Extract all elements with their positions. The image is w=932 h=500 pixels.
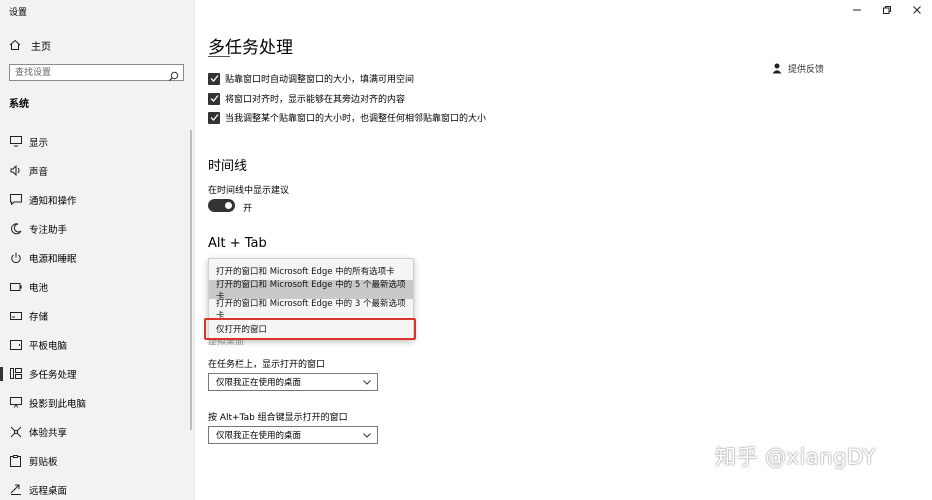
- sidebar-item-notifications[interactable]: 通知和操作: [0, 185, 194, 214]
- sidebar-item-label: 通知和操作: [29, 195, 77, 207]
- sidebar-item-label: 投影到此电脑: [29, 398, 87, 410]
- sidebar-item-tablet[interactable]: 平板电脑: [0, 330, 194, 359]
- search-box[interactable]: [9, 64, 184, 82]
- multitasking-icon: [9, 367, 22, 380]
- home-icon: [9, 39, 23, 51]
- toggle-knob: [225, 202, 232, 209]
- home-label: 主页: [31, 41, 51, 53]
- feedback-person-icon: [772, 63, 782, 74]
- projector-icon: [9, 396, 22, 409]
- sidebar-item-label: 声音: [29, 166, 49, 178]
- home-link[interactable]: 主页: [9, 37, 51, 53]
- alt-tab-desktops-label: 按 Alt+Tab 组合键显示打开的窗口: [208, 413, 348, 423]
- checkbox-label: 将窗口对齐时，显示能够在其旁边对齐的内容: [225, 95, 406, 105]
- checkbox-checked[interactable]: [208, 72, 220, 85]
- checkbox-label: 当我调整某个贴靠窗口的大小时，也调整任何相邻贴靠窗口的大小: [225, 114, 487, 124]
- alt-tab-heading: Alt + Tab: [208, 236, 267, 251]
- sidebar-item-sound[interactable]: 声音: [0, 156, 194, 185]
- annotation-highlight-box: [204, 318, 416, 340]
- sidebar-item-label: 显示: [29, 137, 49, 149]
- chevron-down-icon: [362, 430, 372, 443]
- sidebar-item-label: 远程桌面: [29, 485, 68, 497]
- sidebar-item-multitasking[interactable]: 多任务处理: [0, 359, 194, 388]
- select-value: 仅限我正在使用的桌面: [216, 431, 302, 441]
- watermark: 知乎 @xiangDY: [715, 445, 876, 469]
- sidebar-item-label: 专注助手: [29, 224, 68, 236]
- checkbox-label: 贴靠窗口时自动调整窗口的大小，填满可用空间: [225, 75, 415, 85]
- sidebar-item-label: 电池: [29, 282, 49, 294]
- notification-icon: [9, 193, 22, 206]
- sidebar-item-shared-experiences[interactable]: 体验共享: [0, 417, 194, 446]
- chevron-down-icon: [362, 377, 372, 390]
- sidebar-nav: 显示 声音 通知和操作 专注助手 电源和睡眠 电池 存储 平板电脑 多任务处理 …: [0, 127, 194, 500]
- sidebar: 设置 主页 系统 显示 声音 通知和操作 专注助手: [0, 0, 195, 500]
- sidebar-item-display[interactable]: 显示: [0, 127, 194, 156]
- alt-tab-desktops-select[interactable]: 仅限我正在使用的桌面: [208, 426, 378, 444]
- feedback-link[interactable]: 提供反馈: [772, 62, 824, 75]
- checkbox-checked[interactable]: [208, 92, 220, 105]
- sidebar-item-label: 电源和睡眠: [29, 253, 77, 265]
- sidebar-item-label: 剪贴板: [29, 456, 58, 468]
- taskbar-windows-label: 在任务栏上，显示打开的窗口: [208, 360, 326, 370]
- monitor-icon: [9, 135, 22, 148]
- main-content: 多任务处理 提供反馈 贴靠窗口时自动调整窗口的大小，填满可用空间 将窗口对齐时，…: [194, 0, 932, 500]
- snap-option-auto-size[interactable]: 贴靠窗口时自动调整窗口的大小，填满可用空间: [208, 72, 414, 85]
- taskbar-windows-select[interactable]: 仅限我正在使用的桌面: [208, 373, 378, 391]
- page-title: 多任务处理: [208, 38, 293, 58]
- share-icon: [9, 425, 22, 438]
- sidebar-item-power[interactable]: 电源和睡眠: [0, 243, 194, 272]
- select-value: 仅限我正在使用的桌面: [216, 378, 302, 388]
- battery-icon: [9, 280, 22, 293]
- sidebar-scrollbar[interactable]: [190, 130, 192, 430]
- checkbox-checked[interactable]: [208, 111, 220, 124]
- toggle-state-label: 开: [243, 204, 253, 214]
- window-title: 设置: [9, 8, 28, 18]
- remote-desktop-icon: [9, 483, 22, 496]
- timeline-heading: 时间线: [208, 159, 248, 174]
- check-icon: [210, 95, 219, 102]
- search-icon[interactable]: [168, 67, 179, 86]
- alt-tab-option-3-tabs[interactable]: 打开的窗口和 Microsoft Edge 中的 3 个最新选项卡: [209, 299, 413, 321]
- feedback-label: 提供反馈: [788, 65, 825, 75]
- section-label: 系统: [9, 99, 29, 110]
- speaker-icon: [9, 164, 22, 177]
- sidebar-item-storage[interactable]: 存储: [0, 301, 194, 330]
- timeline-toggle[interactable]: [208, 199, 235, 212]
- timeline-suggestion-label: 在时间线中显示建议: [208, 186, 290, 196]
- check-icon: [210, 114, 219, 121]
- snap-option-show-beside[interactable]: 将窗口对齐时，显示能够在其旁边对齐的内容: [208, 92, 405, 105]
- sidebar-item-label: 平板电脑: [29, 340, 68, 352]
- sidebar-item-remote-desktop[interactable]: 远程桌面: [0, 475, 194, 500]
- tablet-icon: [9, 338, 22, 351]
- check-icon: [210, 75, 219, 82]
- clipboard-icon: [9, 454, 22, 467]
- sidebar-item-focus-assist[interactable]: 专注助手: [0, 214, 194, 243]
- search-input[interactable]: [15, 66, 165, 79]
- sidebar-item-label: 体验共享: [29, 427, 68, 439]
- storage-icon: [9, 309, 22, 322]
- moon-icon: [9, 222, 22, 235]
- sidebar-item-clipboard[interactable]: 剪贴板: [0, 446, 194, 475]
- sidebar-item-label: 多任务处理: [29, 369, 77, 381]
- title-underline: [208, 56, 230, 57]
- power-icon: [9, 251, 22, 264]
- sidebar-item-label: 存储: [29, 311, 49, 323]
- sidebar-item-battery[interactable]: 电池: [0, 272, 194, 301]
- snap-option-resize-adjacent[interactable]: 当我调整某个贴靠窗口的大小时，也调整任何相邻贴靠窗口的大小: [208, 111, 486, 124]
- sidebar-item-projecting[interactable]: 投影到此电脑: [0, 388, 194, 417]
